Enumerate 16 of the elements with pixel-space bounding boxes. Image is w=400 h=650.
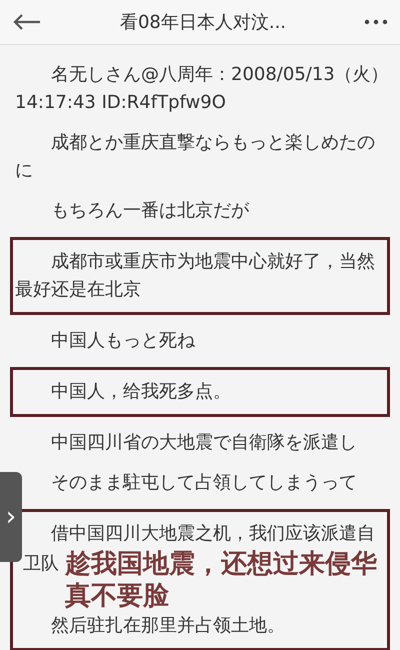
overlay-caption: 趁我国地震，还想过来侵华真不要脸 [64,548,377,612]
post-text: 成都とか重庆直撃ならもっと楽しめたのに [14,131,376,183]
post-text: 借中国四川大地震之机，我们应该派遣自 [50,522,376,546]
post-text: もちろん一番は北京だが [50,199,250,223]
post-text: 中国人，给我死多点。 [50,380,232,404]
post-text: 名无しさん@八周年：2008/05/13（火） 14:17:43 ID:R4fTpfw9O [14,63,390,115]
back-arrow-icon[interactable] [12,13,42,31]
side-tab[interactable]: › [0,472,22,562]
post-text: 成都市或重庆市为地震中心就好了，当然最好还是在北京 [15,250,376,302]
post-text: 卫队 [22,552,59,576]
post-text: 中国四川省の大地震で自衛隊を派遣し [50,431,358,455]
post-text: そのまま駐屯して占領してしまうって [50,471,358,495]
page-title: 看08年日本人对汶... [120,10,286,34]
post-text: 然后驻扎在那里并占领土地。 [50,614,286,638]
post-text: 中国人もっと死ね [50,329,196,353]
more-icon[interactable] [364,19,388,25]
